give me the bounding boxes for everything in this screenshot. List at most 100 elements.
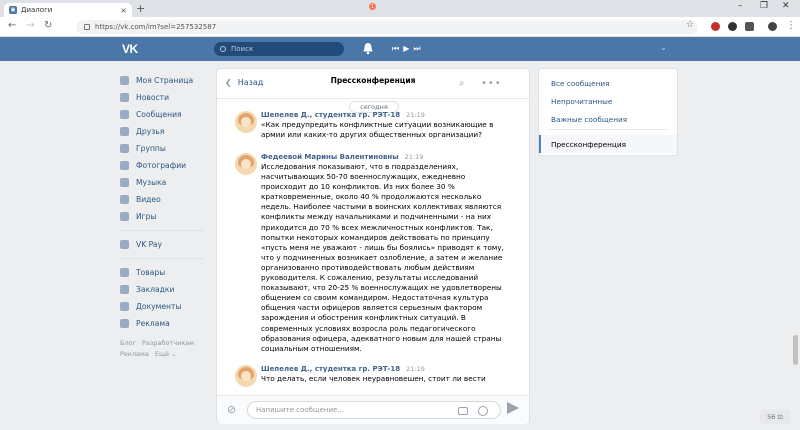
wallet-icon [120, 240, 129, 249]
sidebar-item-music[interactable]: Музыка [120, 174, 210, 191]
search-placeholder: Поиск [231, 45, 254, 53]
footer-link-blog[interactable]: Блог [120, 339, 136, 347]
url-input[interactable]: https://vk.com/im?sel=257532587 [76, 20, 698, 34]
sidebar-item-label: Документы [136, 302, 182, 311]
bell-icon[interactable] [362, 42, 374, 55]
smiley-icon[interactable] [478, 406, 488, 416]
message-author[interactable]: Федеевой Марины Валентиновны 21:19 [261, 153, 511, 161]
bookmark-star-icon[interactable]: ☆ [686, 20, 694, 30]
more-icon[interactable]: ••• [481, 78, 502, 89]
filter-unread[interactable]: Непрочитанные [539, 92, 677, 110]
music-icon [120, 178, 129, 187]
avatar[interactable] [235, 365, 257, 387]
message-time: 21:19 [404, 153, 424, 161]
filter-important[interactable]: Важные сообщения [539, 110, 677, 128]
megaphone-icon [120, 319, 129, 328]
news-icon [120, 93, 129, 102]
message-composer: ⊘ Напишите сообщение... [217, 395, 529, 424]
filter-all-messages[interactable]: Все сообщения [539, 74, 677, 92]
sidebar-item-bookmarks[interactable]: Закладки [120, 281, 210, 298]
browser-tab[interactable]: ▣ Диалоги × [4, 3, 132, 17]
groups-icon [120, 144, 129, 153]
forward-arrow-icon[interactable]: → [26, 20, 34, 31]
sidebar-item-label: Новости [136, 93, 170, 102]
sidebar-item-label: VK Pay [136, 240, 162, 249]
sidebar-item-games[interactable]: Игры [120, 208, 210, 225]
sidebar-item-label: Группы [136, 144, 166, 153]
message-author[interactable]: Шепелев Д., студентка гр. РЭТ-18 21:19 [261, 365, 511, 373]
sidebar-item-label: Фотографии [136, 161, 187, 170]
search-icon [220, 46, 226, 52]
search-input[interactable]: Поиск [214, 42, 344, 56]
divider [120, 230, 204, 231]
url-text: https://vk.com/im?sel=257532587 [95, 23, 217, 31]
sidebar-item-groups[interactable]: Группы [120, 140, 210, 157]
avatar[interactable] [235, 111, 257, 133]
author-name: Федеевой Марины Валентиновны [261, 153, 399, 161]
sidebar-item-label: Моя Страница [136, 76, 194, 85]
browser-tab-strip: ▣ Диалоги × + – ❐ ✕ [0, 0, 800, 17]
author-name: Шепелев Д., студентка гр. РЭТ-18 [261, 111, 401, 119]
page-scrollbar[interactable] [793, 335, 798, 365]
home-icon [120, 76, 129, 85]
player-controls[interactable]: ⏮▶⏭ [392, 44, 425, 54]
tab-title: Диалоги [21, 6, 53, 14]
message-author[interactable]: Шепелев Д., студентка гр. РЭТ-18 21:19 [261, 111, 511, 119]
sidebar-item-goods[interactable]: Товары [120, 264, 210, 281]
sidebar-item-vk-pay[interactable]: VK Pay [120, 236, 210, 253]
paperclip-icon[interactable]: ⊘ [227, 403, 236, 416]
divider [120, 258, 204, 259]
browser-menu-icon[interactable]: ⋮ [786, 20, 796, 31]
search-icon[interactable]: ⌕ [459, 78, 465, 89]
right-filter-menu: Все сообщения Непрочитанные Важные сообщ… [538, 68, 678, 156]
message-input[interactable]: Напишите сообщение... [247, 401, 501, 419]
sidebar-item-label: Музыка [136, 178, 167, 187]
chat-panel: ❮ Назад Прессконференция ⌕ ••• сегодня Ше… [216, 68, 530, 424]
vk-logo[interactable]: VK [122, 42, 138, 56]
sidebar-item-video[interactable]: Видео [120, 191, 210, 208]
close-window-button[interactable]: ✕ [782, 1, 790, 11]
sidebar-item-label: Реклама [136, 319, 170, 328]
video-icon [120, 195, 129, 204]
send-icon[interactable] [507, 402, 519, 414]
sidebar-item-label: Видео [136, 195, 161, 204]
message-icon [120, 110, 129, 119]
mini-chat-badge[interactable]: 56 ⊡ [760, 410, 790, 424]
footer-link-more[interactable]: Ещё ⌄ [155, 350, 177, 358]
address-bar-row: ← → ↻ https://vk.com/im?sel=257532587 ☆ … [0, 17, 800, 37]
tab-close-icon[interactable]: × [120, 6, 127, 15]
filter-active-chat[interactable]: Прессконференция [539, 135, 677, 153]
message-time: 21:19 [406, 365, 425, 373]
chevron-down-icon[interactable]: ⌄ [660, 43, 667, 52]
divider [547, 129, 669, 130]
sidebar-item-news[interactable]: Новости [120, 89, 210, 106]
back-arrow-icon[interactable]: ← [8, 20, 16, 31]
maximize-button[interactable]: ❐ [760, 1, 768, 11]
sidebar-item-documents[interactable]: Документы [120, 298, 210, 315]
message-input-placeholder: Напишите сообщение... [256, 406, 344, 414]
sidebar-item-ads[interactable]: Реклама [120, 315, 210, 332]
sidebar-item-label: Товары [136, 268, 166, 277]
extension-icon[interactable] [711, 22, 720, 31]
avatar[interactable] [235, 153, 257, 175]
extension-icon[interactable] [728, 22, 737, 31]
message-text: Что делать, если человек неуравновешен, … [261, 374, 486, 383]
profile-avatar[interactable] [768, 22, 777, 31]
sidebar-item-label: Игры [136, 212, 157, 221]
footer-link-developers[interactable]: Разработчикам [142, 339, 194, 347]
camera-icon[interactable] [458, 407, 468, 415]
minimize-button[interactable]: – [738, 1, 743, 11]
sidebar-item-messages[interactable]: Сообщения [120, 106, 210, 123]
sidebar-item-photos[interactable]: Фотографии [120, 157, 210, 174]
document-icon [120, 302, 129, 311]
message-time: 21:19 [406, 111, 425, 119]
sidebar-item-friends[interactable]: Друзья [120, 123, 210, 140]
gamepad-icon [120, 212, 129, 221]
new-tab-button[interactable]: + [136, 2, 145, 15]
footer-link-ads[interactable]: Реклама [120, 350, 149, 358]
left-sidebar: Моя Страница Новости Сообщения Друзья Гр… [120, 72, 210, 360]
vk-favicon-icon: ▣ [9, 6, 17, 14]
reload-icon[interactable]: ↻ [44, 20, 52, 31]
extension-icon[interactable] [745, 22, 754, 31]
sidebar-item-my-page[interactable]: Моя Страница [120, 72, 210, 89]
